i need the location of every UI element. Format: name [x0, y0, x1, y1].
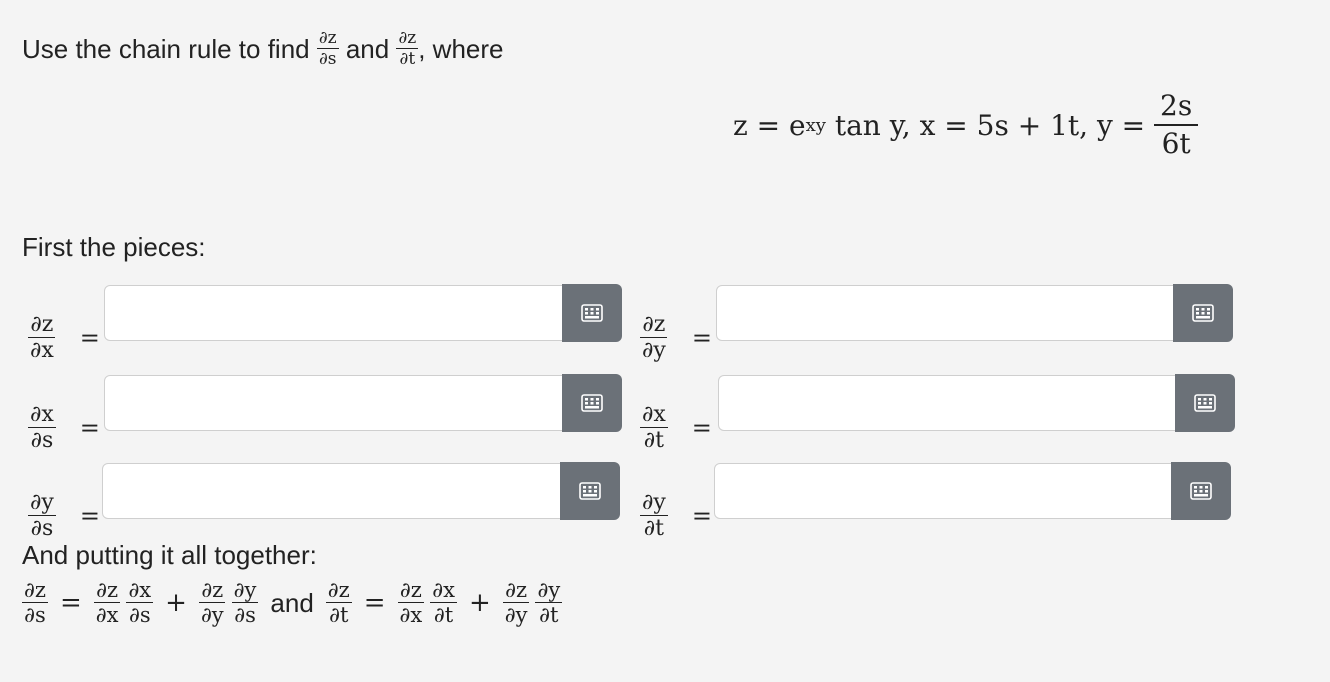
dz-ds-fraction: ∂z ∂s [316, 28, 339, 70]
keypad-button-dz-dy[interactable] [1173, 284, 1233, 342]
keypad-icon [579, 482, 601, 500]
keypad-button-dz-dx[interactable] [562, 284, 622, 342]
keypad-button-dy-ds[interactable] [560, 462, 620, 520]
keypad-icon [581, 394, 603, 412]
dy-ds-input[interactable] [102, 463, 562, 519]
keypad-icon [1190, 482, 1212, 500]
dx-ds-input[interactable] [104, 375, 564, 431]
keypad-button-dy-dt[interactable] [1171, 462, 1231, 520]
dz-dy-input[interactable] [716, 285, 1176, 341]
label-dz-dy: ∂z ∂y = [640, 312, 712, 363]
keypad-icon [1192, 304, 1214, 322]
keypad-button-dx-ds[interactable] [562, 374, 622, 432]
label-dy-dt: ∂y ∂t = [640, 490, 712, 541]
prompt-text: Use the chain rule to find ∂z ∂s and ∂z … [22, 28, 503, 68]
dz-dx-input[interactable] [104, 285, 564, 341]
dx-dt-input[interactable] [718, 375, 1178, 431]
keypad-button-dx-dt[interactable] [1175, 374, 1235, 432]
prompt-lead: Use the chain rule to find [22, 34, 310, 65]
label-dz-dx: ∂z ∂x = [28, 312, 100, 363]
dy-dt-input[interactable] [714, 463, 1174, 519]
label-dx-dt: ∂x ∂t = [640, 402, 712, 453]
chain-rule-formula: ∂z ∂s = ∂z ∂x ∂x ∂s + ∂z ∂y ∂y ∂s and ∂z ∂t = … [22, 578, 563, 627]
prompt-and: and [345, 34, 390, 65]
label-dy-ds: ∂y ∂s = [28, 490, 100, 541]
keypad-icon [581, 304, 603, 322]
pieces-heading: First the pieces: [22, 232, 206, 262]
dz-dt-fraction: ∂z ∂t [396, 28, 419, 70]
keypad-icon [1194, 394, 1216, 412]
prompt-tail: , where [418, 34, 504, 65]
y-fraction: 2s 6t [1154, 88, 1199, 162]
main-equation: z = e xy tan y, x = 5s + 1t, y = 2s 6t [733, 88, 1199, 162]
label-dx-ds: ∂x ∂s = [28, 402, 100, 453]
together-heading: And putting it all together: [22, 540, 317, 570]
